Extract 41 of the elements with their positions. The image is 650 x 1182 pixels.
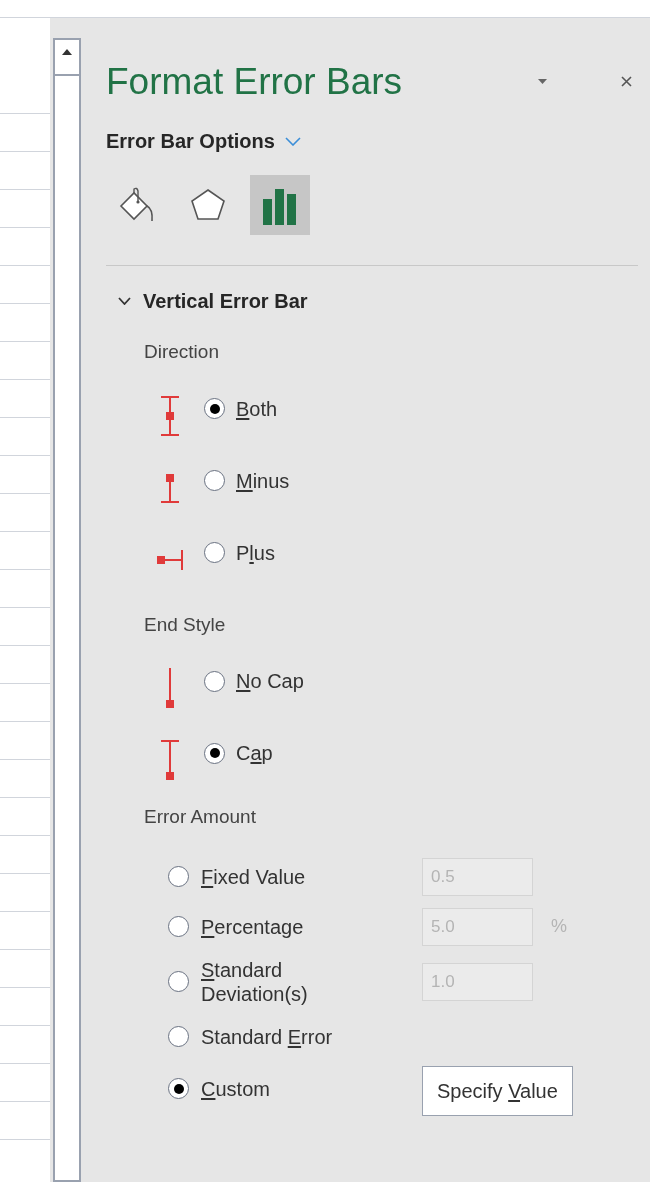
chevron-down-icon [118,297,131,305]
radio-button[interactable] [168,916,189,937]
option-label: Percentage [201,914,304,939]
up-arrow-icon [62,49,72,55]
unit-label: % [551,915,567,938]
options-dropdown[interactable]: Error Bar Options [106,126,301,156]
specify-value-button[interactable]: Specify Value [422,1065,573,1116]
error-bar-plus-icon [155,547,185,572]
option-label: Fixed Value [201,864,306,889]
scrollbar[interactable] [53,38,81,1182]
option-label: Standard Deviation(s) [201,957,309,1006]
radio-button[interactable] [168,1078,189,1099]
tab[interactable] [250,175,310,235]
group-label: Error Amount [144,805,257,829]
option-label: Minus [236,468,290,494]
radio-button[interactable] [168,971,189,992]
section-header[interactable]: Vertical Error Bar [118,286,308,316]
option-label: Standard Error [201,1024,333,1049]
pentagon-icon [189,187,227,223]
pane-title: Format Error Bars [106,63,404,100]
radio-button[interactable] [168,1026,189,1047]
dropdown-arrow-icon [537,79,547,84]
error-bar-cap-icon [158,739,182,781]
error-bar-both-icon [158,394,182,437]
radio-button[interactable] [168,866,189,887]
radio-button[interactable] [204,542,225,563]
paint-bucket-icon [117,187,155,223]
chevron-down-icon [284,136,301,146]
group-label: Direction [144,340,220,364]
option-label: Plus [236,540,275,566]
radio-button[interactable] [204,742,225,764]
option-label: Custom [201,1076,270,1101]
radio-button[interactable] [204,470,225,491]
close-icon [620,76,632,87]
radio-button[interactable] [204,398,225,419]
error-bar-minus-icon [158,471,182,504]
group-label: End Style [144,612,227,637]
radio-button[interactable] [204,670,225,692]
option-label: Both [236,396,278,422]
option-label: No Cap [236,669,304,694]
option-label: Cap [236,741,273,766]
